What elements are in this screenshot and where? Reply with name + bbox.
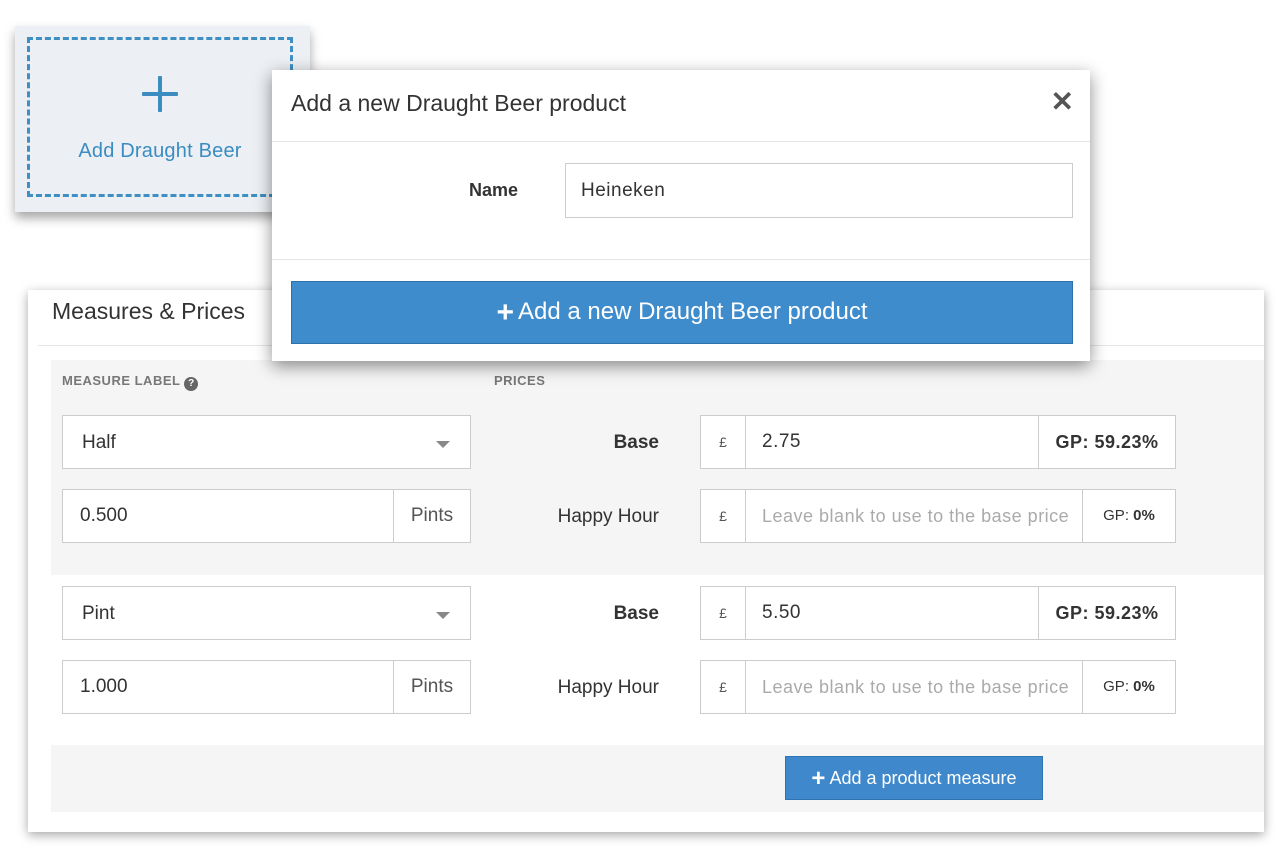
measure-quantity-input[interactable] [63,490,395,542]
modal-divider [272,259,1090,260]
currency-addon: £ [701,490,746,542]
measure-label-select[interactable]: Half [62,415,471,469]
panel-footer: + Add a product measure [51,745,1264,812]
base-price-group: £ GP: 59.23% [700,586,1176,640]
measure-quantity-group: Pints [62,489,471,543]
happy-hour-label: Happy Hour [557,677,659,698]
add-product-submit-button[interactable]: + Add a new Draught Beer product [291,281,1073,344]
gp-addon: GP: 59.23% [1038,587,1175,639]
base-price-label: Base [613,603,659,624]
modal-divider [272,141,1090,142]
add-product-measure-button[interactable]: + Add a product measure [785,756,1043,800]
help-icon[interactable]: ? [184,377,199,391]
column-header-row: MEASURE LABEL? PRICES [51,360,1264,404]
measure-label-value: Pint [82,603,115,624]
base-price-group: £ GP: 59.23% [700,415,1176,469]
measure-quantity-input[interactable] [63,661,395,713]
gp-addon: GP: 59.23% [1038,416,1175,468]
close-icon[interactable]: ✕ [1051,88,1074,116]
gp-value: 0% [1133,678,1155,695]
base-price-label: Base [613,432,659,453]
happy-hour-price-input[interactable] [746,661,1082,713]
name-input[interactable] [565,163,1073,218]
plus-icon: + [496,296,514,329]
add-draught-beer-tile[interactable]: Add Draught Beer [27,37,293,197]
base-price-input[interactable] [746,587,1039,639]
measure-row: Half Pints Base £ GP: 59.23% Happy Hour … [51,404,1264,575]
gp-addon: GP: 0% [1082,490,1175,542]
plus-icon: + [811,765,826,792]
plus-icon [142,76,178,112]
gp-addon: GP: 0% [1082,661,1175,713]
happy-hour-price-input[interactable] [746,490,1082,542]
add-product-modal: Add a new Draught Beer product ✕ Name +A… [272,70,1090,361]
measure-quantity-group: Pints [62,660,471,714]
currency-addon: £ [701,661,746,713]
add-draught-beer-label: Add Draught Beer [78,140,242,162]
measure-row: Pint Pints Base £ GP: 59.23% Happy Hour … [51,575,1264,745]
happy-hour-label: Happy Hour [557,506,659,527]
measure-label-value: Half [82,432,116,453]
base-price-input[interactable] [746,416,1039,468]
measure-label-select[interactable]: Pint [62,586,471,640]
gp-prefix: GP: [1103,678,1129,695]
caret-down-icon [436,612,450,619]
name-label: Name [469,180,519,200]
add-product-measure-label: Add a product measure [829,768,1017,788]
add-draught-beer-card: Add Draught Beer [15,26,310,212]
currency-addon: £ [701,587,746,639]
modal-title: Add a new Draught Beer product [291,90,626,116]
panel-title: Measures & Prices [52,298,246,324]
happy-hour-price-group: £ GP: 0% [700,660,1176,714]
add-product-submit-label: Add a new Draught Beer product [517,298,868,325]
happy-hour-price-group: £ GP: 0% [700,489,1176,543]
prices-header: PRICES [494,373,546,388]
currency-addon: £ [701,416,746,468]
measures-prices-panel: Measures & Prices MEASURE LABEL? PRICES … [28,290,1264,832]
measure-label-header-text: MEASURE LABEL [62,373,181,388]
measure-label-header: MEASURE LABEL? [62,373,199,391]
gp-value: 0% [1133,507,1155,524]
caret-down-icon [436,441,450,448]
gp-prefix: GP: [1103,507,1129,524]
